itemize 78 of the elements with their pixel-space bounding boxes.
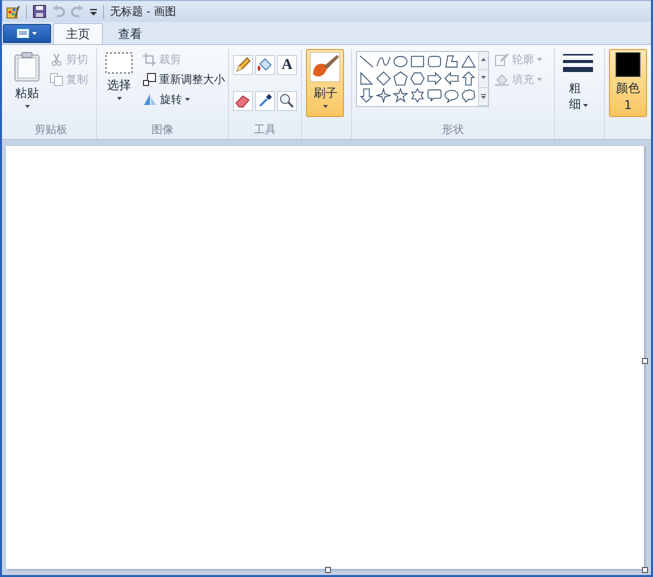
selection-icon xyxy=(105,52,134,74)
brushes-button[interactable]: 刷子 xyxy=(306,49,344,117)
oval-speech-bubble-shape[interactable] xyxy=(442,87,460,104)
color-swatch-icon xyxy=(612,52,643,78)
save-icon[interactable] xyxy=(33,5,46,18)
six-point-star-shape[interactable] xyxy=(408,87,426,104)
scroll-down-button[interactable] xyxy=(478,70,488,88)
pencil-outline-icon xyxy=(494,53,509,66)
group-label: 形状 xyxy=(442,122,464,138)
group-label: 图像 xyxy=(152,122,174,138)
speech-bubble-shape[interactable] xyxy=(426,87,443,104)
document-icon xyxy=(17,29,29,38)
hexagon-shape[interactable] xyxy=(408,70,426,87)
left-arrow-shape[interactable] xyxy=(442,70,460,87)
magnifier-tool[interactable] xyxy=(277,91,298,111)
rotate-button[interactable]: 旋转 xyxy=(141,91,228,108)
eraser-tool[interactable] xyxy=(233,91,254,111)
fill-bucket-icon xyxy=(494,73,509,86)
copy-icon xyxy=(50,73,63,86)
triangle-shape[interactable] xyxy=(460,53,477,70)
caret-icon xyxy=(536,78,542,81)
rotate-icon xyxy=(143,93,158,106)
paste-button[interactable]: 粘贴 xyxy=(10,49,44,117)
caret-icon xyxy=(32,32,37,35)
clipboard-icon xyxy=(14,52,40,82)
caret-icon xyxy=(536,58,542,61)
window-title: 无标题 - 画图 xyxy=(110,4,176,19)
fill-bucket-tool[interactable] xyxy=(255,55,276,75)
oval-shape[interactable] xyxy=(392,53,409,70)
color-1-button[interactable]: 颜色 1 xyxy=(608,49,647,117)
caret-icon xyxy=(185,98,190,101)
scroll-down-icon xyxy=(480,76,486,81)
select-button[interactable]: 选择 xyxy=(101,49,138,117)
cloud-bubble-shape[interactable] xyxy=(460,87,477,104)
resize-handle[interactable] xyxy=(642,567,648,573)
diamond-shape[interactable] xyxy=(374,70,392,87)
right-triangle-shape[interactable] xyxy=(358,70,375,87)
resize-button[interactable]: 重新调整大小 xyxy=(141,71,228,88)
star-shape[interactable] xyxy=(392,87,409,104)
caret-icon xyxy=(582,104,588,108)
scissors-icon xyxy=(50,53,63,66)
tab[interactable]: 主页 xyxy=(53,23,103,44)
tab[interactable]: 查看 xyxy=(105,23,155,44)
polygon-shape[interactable] xyxy=(442,53,460,70)
crop-icon xyxy=(143,53,156,66)
gallery-expand-icon xyxy=(480,94,486,99)
pentagon-shape[interactable] xyxy=(392,70,409,87)
gallery-expand-button[interactable] xyxy=(478,88,488,106)
resize-icon xyxy=(143,73,156,86)
pencil-icon xyxy=(235,57,252,73)
caret-icon xyxy=(322,105,328,108)
four-point-star-shape[interactable] xyxy=(374,87,392,104)
scroll-up-button[interactable] xyxy=(478,52,488,70)
caret-icon xyxy=(116,97,122,100)
color-picker-icon xyxy=(257,93,274,109)
rounded-rectangle-shape[interactable] xyxy=(426,53,443,70)
pencil-tool[interactable] xyxy=(233,55,254,75)
file-menu-button[interactable] xyxy=(3,24,51,43)
line-shape[interactable] xyxy=(358,53,375,70)
text-tool[interactable]: A xyxy=(277,55,298,75)
brush-icon xyxy=(310,52,340,82)
app-icon xyxy=(6,4,20,18)
group-label: 剪贴板 xyxy=(34,122,68,138)
down-arrow-shape[interactable] xyxy=(358,87,375,104)
rectangle-shape[interactable] xyxy=(408,53,426,70)
customize-menu-icon[interactable] xyxy=(90,8,97,16)
magnifier-icon xyxy=(279,93,296,109)
up-arrow-shape[interactable] xyxy=(460,70,477,87)
resize-handle[interactable] xyxy=(642,358,648,364)
eraser-icon xyxy=(235,93,252,109)
resize-handle[interactable] xyxy=(325,567,331,573)
scroll-up-icon xyxy=(480,58,486,63)
group-label: 工具 xyxy=(254,122,276,138)
fill-bucket-icon xyxy=(257,57,274,73)
line-width-button[interactable]: 粗细 xyxy=(559,49,598,117)
right-arrow-shape[interactable] xyxy=(426,70,443,87)
caret-icon xyxy=(24,105,30,108)
color-picker-tool[interactable] xyxy=(255,91,276,111)
